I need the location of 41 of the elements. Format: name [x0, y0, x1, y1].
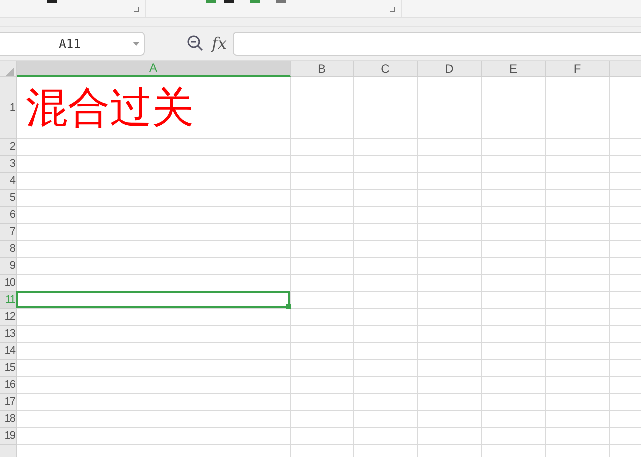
row-header[interactable]: 9: [0, 258, 17, 275]
row-header[interactable]: [0, 445, 17, 457]
fx-label[interactable]: fx: [212, 34, 227, 53]
corner-triangle-icon: [6, 68, 14, 76]
column-header[interactable]: D: [418, 61, 482, 77]
row-header[interactable]: 6: [0, 207, 17, 224]
swatch-icon[interactable]: [47, 0, 57, 3]
row-header[interactable]: 19: [0, 428, 17, 445]
cell-text: 混合过关: [26, 83, 194, 133]
row-header[interactable]: 2: [0, 139, 17, 156]
swatch-icon[interactable]: [250, 0, 260, 3]
row-header[interactable]: 18: [0, 411, 17, 428]
row-header[interactable]: 8: [0, 241, 17, 258]
swatch-icon[interactable]: [276, 0, 286, 3]
column-header[interactable]: [610, 61, 641, 77]
row-header[interactable]: 10: [0, 275, 17, 292]
row-header[interactable]: 5: [0, 190, 17, 207]
row-header[interactable]: 3: [0, 156, 17, 173]
swatch-icon[interactable]: [224, 0, 234, 3]
fill-handle[interactable]: [286, 304, 291, 309]
swatch-icon[interactable]: [206, 0, 216, 3]
row-header[interactable]: 17: [0, 394, 17, 411]
name-box[interactable]: A11: [0, 32, 145, 56]
row-header[interactable]: 12: [0, 309, 17, 326]
row-header[interactable]: 4: [0, 173, 17, 190]
dialog-launcher-icon[interactable]: [134, 7, 139, 12]
column-header[interactable]: E: [482, 61, 546, 77]
row-header[interactable]: 1: [0, 77, 17, 139]
grid-cell[interactable]: 混合过关: [17, 77, 291, 139]
row-header[interactable]: 7: [0, 224, 17, 241]
column-header[interactable]: B: [291, 61, 354, 77]
dropdown-caret-icon[interactable]: [133, 42, 140, 46]
dialog-launcher-icon[interactable]: [390, 7, 395, 12]
row-header[interactable]: 13: [0, 326, 17, 343]
row-header[interactable]: 15: [0, 360, 17, 377]
zoom-out-icon[interactable]: [187, 35, 204, 52]
column-header[interactable]: C: [354, 61, 418, 77]
row-header[interactable]: 14: [0, 343, 17, 360]
column-header[interactable]: F: [546, 61, 610, 77]
formula-input[interactable]: [232, 32, 641, 56]
row-header[interactable]: 16: [0, 377, 17, 394]
